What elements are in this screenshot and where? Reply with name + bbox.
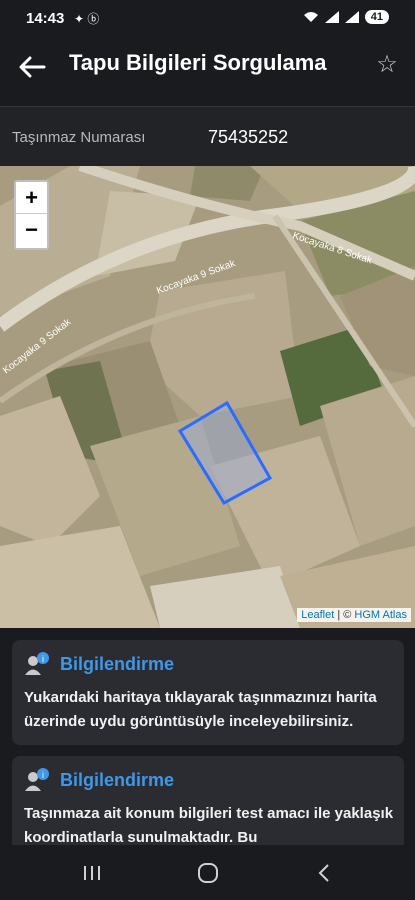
card-title: Bilgilendirme: [60, 769, 175, 790]
user-info-icon: i: [25, 652, 49, 675]
svg-text:i: i: [42, 770, 44, 780]
battery-indicator: 41: [364, 10, 389, 24]
info-card: i Bilgilendirme Taşınmaza ait konum bilg…: [12, 756, 404, 856]
card-header: i Bilgilendirme: [24, 768, 174, 792]
card-title: Bilgilendirme: [60, 653, 175, 674]
info-card: i Bilgilendirme Yukarıdaki haritaya tıkl…: [12, 640, 404, 745]
status-time: 14:43: [26, 10, 65, 27]
home-icon: [198, 863, 218, 883]
zoom-control: + −: [14, 180, 49, 250]
signal-icon: [324, 11, 339, 23]
recent-apps-icon: [84, 866, 100, 880]
card-header: i Bilgilendirme: [24, 652, 174, 676]
satellite-map[interactable]: Kocayaka 8 Sokak Kocayaka 9 Sokak Kocaya…: [0, 166, 415, 628]
star-icon: ☆: [376, 51, 398, 78]
zoom-out-button[interactable]: −: [16, 214, 47, 246]
page-title: Tapu Bilgileri Sorgulama: [69, 50, 327, 75]
app-bar: Tapu Bilgileri Sorgulama ☆: [0, 40, 415, 95]
provider-link[interactable]: HGM Atlas: [354, 609, 407, 621]
system-nav-bar: [0, 845, 415, 900]
status-right: 41: [303, 10, 389, 24]
back-nav-button[interactable]: [304, 859, 344, 887]
zoom-in-button[interactable]: +: [16, 182, 47, 214]
svg-text:i: i: [42, 654, 44, 664]
signal-icon-2: [344, 11, 359, 23]
card-text: Yukarıdaki haritaya tıklayarak taşınmazı…: [24, 689, 377, 730]
parcel-info-row: Taşınmaz Numarası 75435252: [0, 106, 415, 166]
parcel-number-label: Taşınmaz Numarası: [12, 129, 146, 146]
recent-apps-button[interactable]: [72, 859, 112, 887]
home-button[interactable]: [188, 859, 228, 887]
notification-icons: ✦ ⓑ: [74, 12, 100, 26]
back-button[interactable]: [14, 52, 50, 82]
back-chevron-icon: [318, 864, 329, 882]
user-info-icon: i: [25, 768, 49, 791]
card-text: Taşınmaza ait konum bilgileri test amacı…: [24, 805, 394, 846]
parcel-number-value: 75435252: [208, 127, 289, 147]
map-imagery: Kocayaka 8 Sokak Kocayaka 9 Sokak Kocaya…: [0, 166, 415, 628]
back-arrow-icon: [19, 56, 46, 78]
favorite-star-button[interactable]: ☆: [373, 50, 401, 80]
leaflet-link[interactable]: Leaflet: [301, 609, 334, 621]
map-attribution: Leaflet | © HGM Atlas: [297, 608, 411, 622]
wifi-icon: [303, 12, 318, 22]
status-bar: 14:43 ✦ ⓑ 41: [0, 0, 415, 40]
attribution-separator: | ©: [334, 609, 355, 621]
